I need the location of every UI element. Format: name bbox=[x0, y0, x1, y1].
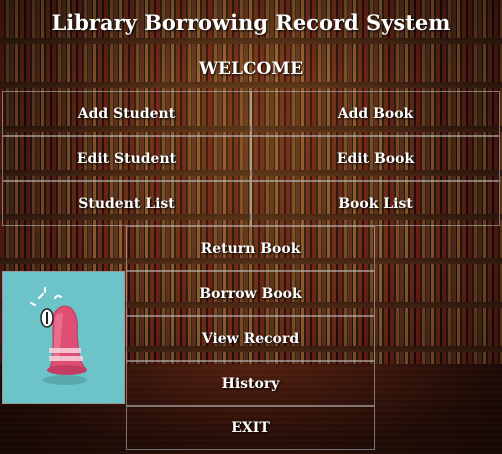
bell-icon bbox=[30, 287, 87, 385]
borrow-book-button[interactable]: Borrow Book bbox=[126, 271, 375, 316]
return-book-button[interactable]: Return Book bbox=[126, 226, 375, 271]
add-book-button[interactable]: Add Book bbox=[251, 91, 500, 136]
edit-student-button[interactable]: Edit Student bbox=[2, 136, 251, 181]
edit-book-button[interactable]: Edit Book bbox=[251, 136, 500, 181]
add-student-button[interactable]: Add Student bbox=[2, 91, 251, 136]
welcome-heading: WELCOME bbox=[198, 59, 304, 79]
book-list-button[interactable]: Book List bbox=[251, 181, 500, 226]
bell-picture bbox=[2, 271, 125, 404]
exit-button[interactable]: EXIT bbox=[126, 406, 375, 450]
student-list-button[interactable]: Student List bbox=[2, 181, 251, 226]
app-title: Library Borrowing Record System bbox=[51, 10, 451, 35]
view-record-button[interactable]: View Record bbox=[126, 316, 375, 361]
history-button[interactable]: History bbox=[126, 361, 375, 406]
